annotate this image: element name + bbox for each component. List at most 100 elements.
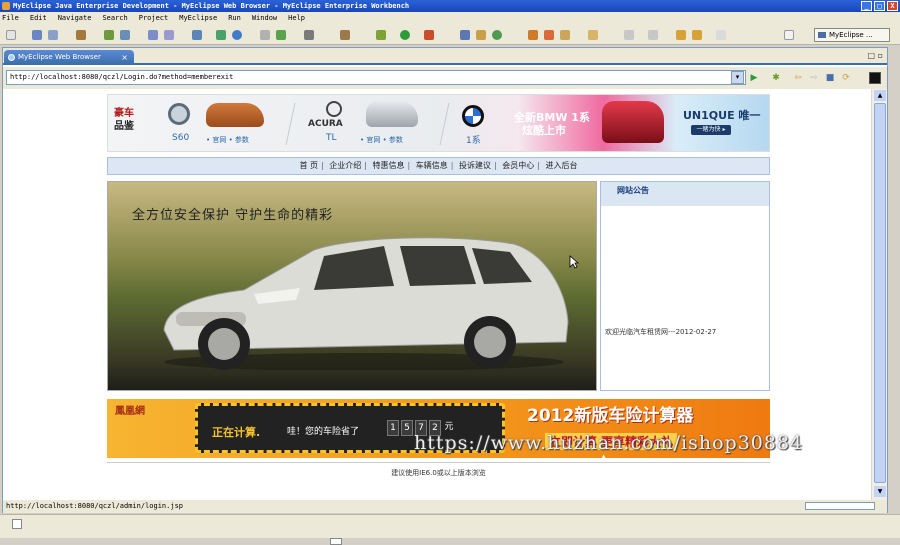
forward-icon[interactable] <box>716 30 726 40</box>
nav-member-center[interactable]: 会员中心 <box>502 161 534 170</box>
minimize-button[interactable]: _ <box>861 1 872 11</box>
package-icon[interactable] <box>340 30 350 40</box>
nav-complaints[interactable]: 投诉建议 <box>459 161 491 170</box>
bmw-promo-line2: 炫酷上市 <box>522 124 566 137</box>
browser-globe-icon <box>8 54 15 61</box>
browser-url-bar: http://localhost:8080/qczl/Login.do?meth… <box>3 67 887 89</box>
back-icon[interactable] <box>692 30 702 40</box>
ad-digit: 5 <box>401 420 413 436</box>
nav-special-offers[interactable]: 特惠信息 <box>373 161 405 170</box>
new-project-icon[interactable] <box>492 30 502 40</box>
browser-back-icon[interactable]: ⇦ <box>793 73 803 83</box>
perspective-icon <box>818 32 826 38</box>
volvo-car-image[interactable] <box>206 103 264 127</box>
annotation-icon[interactable] <box>588 30 598 40</box>
bmw-promo-text[interactable]: 全新BMW 1系 炫酷上市 <box>514 111 590 137</box>
menu-bar: File Edit Navigate Search Project MyEcli… <box>0 12 900 25</box>
loading-progress-bar <box>805 502 875 510</box>
acura-logo-text: ACURA <box>308 119 343 129</box>
menu-search[interactable]: Search <box>102 12 127 25</box>
menu-run[interactable]: Run <box>228 12 241 25</box>
nav-home[interactable]: 首 页 <box>299 161 318 170</box>
prev-annotation-icon[interactable] <box>648 30 658 40</box>
menu-help[interactable]: Help <box>288 12 305 25</box>
site-footer: 建议使用IE6.0或以上版本浏览 <box>391 469 486 477</box>
browser-home-icon[interactable] <box>869 72 881 84</box>
new-icon[interactable] <box>6 30 16 40</box>
open-folder-icon[interactable] <box>560 30 570 40</box>
browser-stop-icon[interactable]: ■ <box>825 73 835 83</box>
tab-close-icon[interactable]: × <box>121 50 128 65</box>
menu-file[interactable]: File <box>2 12 19 25</box>
browser-vertical-scrollbar[interactable]: ▲ ▼ <box>871 89 887 500</box>
banner-brand-line2: 品鉴 <box>114 121 134 132</box>
external-tools-icon[interactable] <box>424 30 434 40</box>
print-icon[interactable] <box>76 30 86 40</box>
nav-separator: | <box>364 161 367 170</box>
close-button[interactable]: X <box>887 1 898 11</box>
server-manage-icon[interactable] <box>164 30 174 40</box>
nav-separator: | <box>450 161 454 170</box>
tab-web-browser[interactable]: MyEclipse Web Browser × <box>4 50 134 65</box>
menu-navigate[interactable]: Navigate <box>58 12 92 25</box>
nav-company-intro[interactable]: 企业介绍 <box>329 161 361 170</box>
notice-item[interactable]: 欢迎光临汽车租赁网---2012-02-27 <box>605 327 716 337</box>
open-type-icon[interactable] <box>192 30 202 40</box>
last-edit-icon[interactable] <box>676 30 686 40</box>
browser-forward-icon[interactable]: ⇨ <box>809 73 819 83</box>
search-icon[interactable] <box>544 30 554 40</box>
web-icon[interactable] <box>216 30 226 40</box>
bmw-car-image[interactable] <box>602 101 664 143</box>
nav-admin[interactable]: 进入后台 <box>546 161 578 170</box>
scroll-up-icon[interactable]: ▲ <box>874 90 886 101</box>
perspective-switcher[interactable]: MyEclipse ... <box>814 28 890 42</box>
go-icon[interactable]: ▶ <box>749 73 759 83</box>
menu-project[interactable]: Project <box>139 12 169 25</box>
debug-icon[interactable] <box>376 30 386 40</box>
fast-view-icon[interactable] <box>12 519 22 529</box>
save-all-icon[interactable] <box>48 30 58 40</box>
url-dropdown-icon[interactable]: ▾ <box>731 71 744 84</box>
refresh-icon[interactable] <box>276 30 286 40</box>
menu-window[interactable]: Window <box>252 12 277 25</box>
url-input[interactable]: http://localhost:8080/qczl/Login.do?meth… <box>6 70 746 85</box>
open-task-icon[interactable] <box>528 30 538 40</box>
tab-controls[interactable]: □ ▫ <box>867 51 883 60</box>
ad-title: 2012新版车险计算器 <box>527 406 694 426</box>
mouse-cursor-icon <box>569 255 579 269</box>
open-perspective-icon[interactable] <box>784 30 794 40</box>
bmw-view-button[interactable]: 一睹为快 ▸ <box>691 125 731 135</box>
server-icon[interactable] <box>120 30 130 40</box>
run-icon[interactable] <box>400 30 410 40</box>
notice-title: 网站公告 <box>601 182 769 206</box>
scroll-down-icon[interactable]: ▼ <box>874 486 886 497</box>
volvo-links[interactable]: • 官网 • 参数 <box>206 135 249 145</box>
maximize-button[interactable]: □ <box>874 1 885 11</box>
builder-icon[interactable] <box>260 30 270 40</box>
browser-options-icon[interactable]: ✱ <box>771 73 781 83</box>
bmw-logo-icon <box>462 105 484 127</box>
next-annotation-icon[interactable] <box>624 30 634 40</box>
menu-edit[interactable]: Edit <box>30 12 47 25</box>
window-title: MyEclipse Java Enterprise Development - … <box>13 2 410 10</box>
hero-car-image <box>163 237 569 370</box>
volvo-model: S60 <box>172 133 190 143</box>
ad-digit: 1 <box>387 420 399 436</box>
new-package-icon[interactable] <box>476 30 486 40</box>
globe-icon[interactable] <box>232 30 242 40</box>
nav-separator: | <box>494 161 497 170</box>
acura-links[interactable]: • 官网 • 参数 <box>360 135 403 145</box>
scroll-thumb[interactable] <box>874 103 886 483</box>
menu-myeclipse[interactable]: MyEclipse <box>179 12 217 25</box>
browser-refresh-icon[interactable]: ⟳ <box>841 73 851 83</box>
nav-separator: | <box>537 161 540 170</box>
image-icon[interactable] <box>304 30 314 40</box>
bug-icon[interactable] <box>104 30 114 40</box>
workbench-status-bar <box>0 514 900 545</box>
nav-vehicle-info[interactable]: 车辆信息 <box>416 161 448 170</box>
acura-car-image[interactable] <box>366 101 418 127</box>
top-banner[interactable]: 豪车 品鉴 S60 • 官网 • 参数 ACURA TL • 官网 • 参数 1… <box>107 94 770 152</box>
deploy-icon[interactable] <box>148 30 158 40</box>
save-icon[interactable] <box>32 30 42 40</box>
new-class-icon[interactable] <box>460 30 470 40</box>
